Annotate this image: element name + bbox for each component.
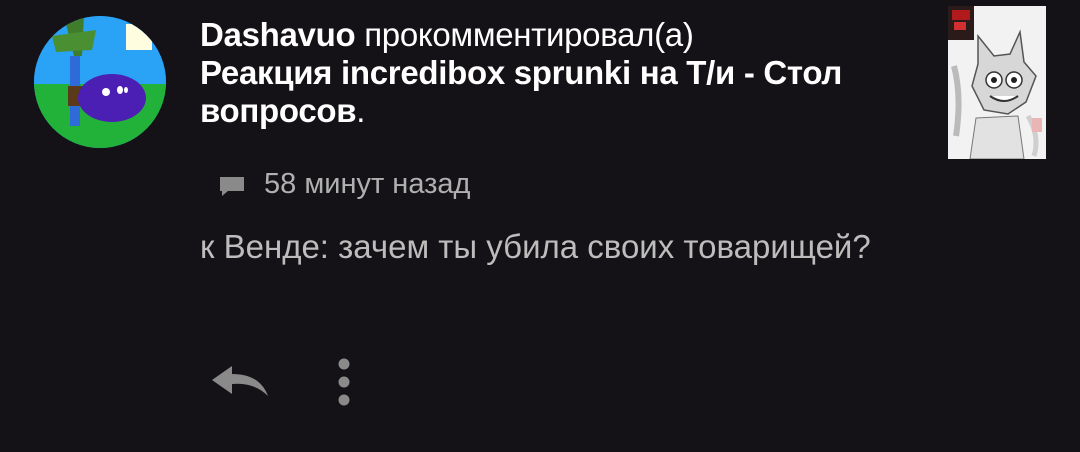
post-title-end: . [356,92,366,129]
action-text: прокомментировал(а) [355,16,694,53]
notification-header: Dashavuo прокомментировал(а) Реакция inc… [200,16,920,130]
post-thumbnail[interactable] [948,6,1046,159]
reply-button[interactable] [206,360,274,402]
user-avatar[interactable] [34,16,166,148]
more-options-button[interactable] [330,356,358,408]
comment-bubble-icon [218,171,246,199]
author-name[interactable]: Dashavuo [200,16,356,53]
more-vertical-icon [338,358,350,406]
timestamp: 58 минут назад [264,168,471,200]
post-title[interactable]: Реакция incredibox sprunki на Т/и - Стол… [200,54,842,129]
comment-text: к Венде: зачем ты убила своих товарищей? [200,228,871,265]
timestamp-row: 58 минут назад [218,168,470,201]
reply-arrow-icon [212,366,268,396]
